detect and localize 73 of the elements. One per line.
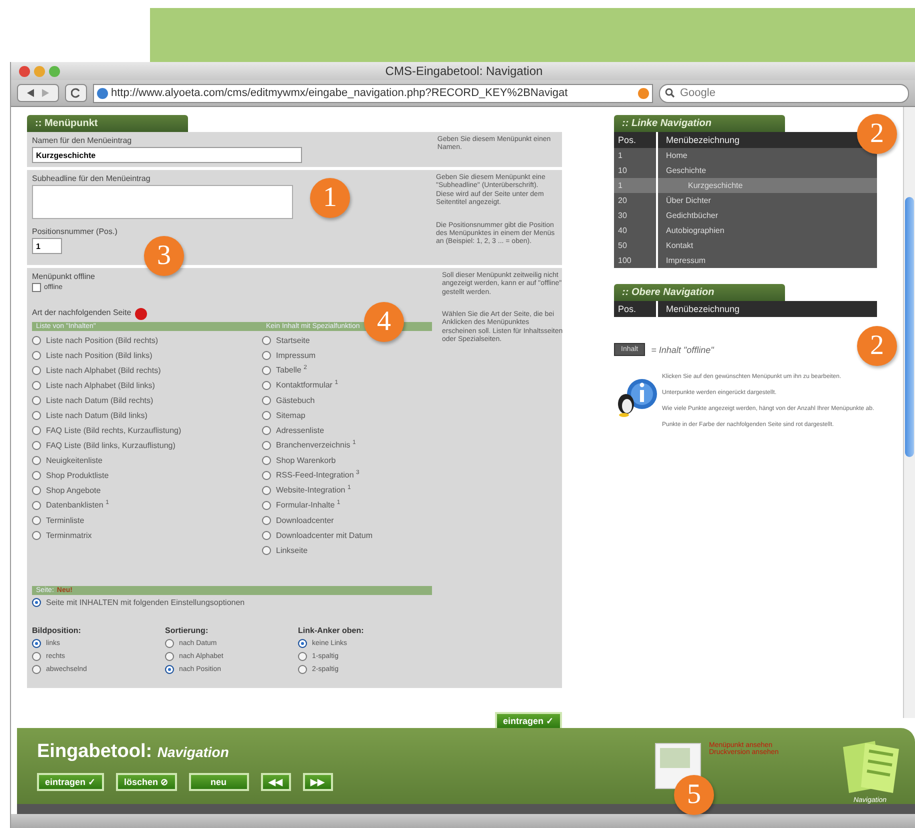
scrollbar[interactable] — [903, 107, 915, 718]
field-label: Menüpunkt offline — [32, 272, 96, 281]
radio-option[interactable]: Impressum — [262, 348, 432, 363]
radio-option[interactable]: Terminmatrix — [32, 528, 262, 543]
page-button[interactable]: ◀◀ — [260, 773, 291, 791]
radio-option[interactable]: Downloadcenter mit Datum — [262, 528, 432, 543]
radio-option[interactable]: Terminliste — [32, 512, 262, 528]
radio-option[interactable]: Neuigkeitenliste — [32, 452, 262, 468]
radio-option[interactable]: Sitemap — [262, 408, 432, 423]
radio-option[interactable]: FAQ Liste (Bild rechts, Kurzauflistung) — [32, 422, 262, 438]
window-control-icon[interactable] — [19, 66, 30, 76]
radio-option[interactable]: Formular-Inhalte $^{1}$ — [262, 498, 432, 513]
group-label: Bildposition: — [32, 626, 82, 635]
column-header: Pos. — [614, 132, 658, 148]
menu-row[interactable]: 40 Autobiographien — [614, 223, 877, 238]
field-label: Positionsnummer (Pos.) — [32, 227, 118, 236]
radio-option[interactable]: Liste nach Alphabet (Bild rechts) — [32, 362, 262, 378]
group-label: Sortierung: — [165, 626, 210, 635]
radio-option[interactable]: Liste nach Position (Bild links) — [32, 348, 262, 363]
menu-row[interactable]: 50 Kontakt — [614, 238, 877, 253]
back-forward-button[interactable] — [17, 84, 59, 102]
radio-option[interactable]: Liste nach Datum (Bild links) — [32, 408, 262, 423]
globe-icon — [97, 88, 108, 98]
footer-title: Eingabetool: Navigation — [37, 741, 230, 763]
radio-option[interactable]: Liste nach Alphabet (Bild links) — [32, 378, 262, 393]
menu-row[interactable]: 20 Über Dichter — [614, 193, 877, 208]
radio-option[interactable]: Shop Angebote — [32, 482, 262, 498]
subheadline-field[interactable] — [32, 185, 293, 219]
radio-option[interactable]: RSS-Feed-Integration $^{3}$ — [262, 468, 432, 483]
radio-option[interactable]: Gästebuch — [262, 392, 432, 408]
search-field[interactable]: Google — [659, 84, 909, 102]
search-icon — [665, 88, 675, 98]
radio-option[interactable]: Website-Integration $^{1}$ — [262, 482, 432, 498]
reload-icon — [71, 88, 81, 98]
radio-option[interactable]: Tabelle $^{2}$ — [262, 362, 432, 378]
column-header: Menübezeichnung — [665, 135, 741, 145]
window-control-icon[interactable] — [49, 66, 60, 76]
radio-option[interactable]: Shop Produktliste — [32, 468, 262, 483]
window-title: CMS-Eingabetool: Navigation — [384, 64, 544, 78]
radio-option[interactable]: Linkseite — [262, 542, 432, 558]
action-button[interactable]: neu — [188, 773, 249, 791]
column-header: Pos. — [614, 301, 658, 317]
radio-option[interactable]: Downloadcenter — [262, 512, 432, 528]
help-icon — [135, 308, 148, 320]
radio-option[interactable]: FAQ Liste (Bild links, Kurzauflistung) — [32, 438, 262, 453]
radio-option[interactable]: Seite mit INHALTEN mit folgenden Einstellungsoptionen — [32, 594, 432, 610]
column-header: Menübezeichnung — [665, 304, 741, 314]
submit-button[interactable]: eintragen ✓ — [494, 712, 562, 730]
radio-option[interactable]: Liste nach Datum (Bild rechts) — [32, 392, 262, 408]
menu-row[interactable]: 1 Kurzgeschichte — [614, 178, 877, 193]
menu-row[interactable]: 100 Impressum — [614, 253, 877, 268]
radio-option[interactable]: Adressenliste — [262, 422, 432, 438]
action-button[interactable]: eintragen ✓ — [37, 773, 104, 791]
radio-option[interactable]: Kontaktformular $^{1}$ — [262, 378, 432, 393]
radio-option[interactable]: Liste nach Position (Bild rechts) — [32, 332, 262, 348]
action-button[interactable]: löschen ⊘ — [116, 773, 177, 791]
field-label: Subheadline für den Menüeintrag — [32, 174, 152, 183]
radio-option[interactable]: Shop Warenkorb — [262, 452, 432, 468]
menu-row[interactable]: 30 Gedichtbücher — [614, 208, 877, 223]
window-control-icon[interactable] — [34, 66, 45, 76]
radio-option[interactable]: Branchenverzeichnis $^{1}$ — [262, 438, 432, 453]
reload-button[interactable] — [65, 84, 87, 102]
radio-option[interactable]: Datenbanklisten $^{1}$ — [32, 498, 262, 513]
legend-text: = Inhalt "offline" — [651, 344, 714, 354]
group-label: Link-Anker oben: — [298, 626, 365, 635]
arrows-icon — [26, 88, 50, 98]
address-field[interactable]: http://www.alyoeta.com/cms/editmywmx/eingabe_navigation.php?RECORD_KEY%2BNavigat — [93, 84, 653, 102]
feed-icon — [638, 88, 649, 98]
field-label: Namen für den Menüeintrag — [32, 136, 133, 145]
position-field[interactable]: 1 — [32, 238, 62, 254]
name-field[interactable]: Kurzgeschichte — [32, 147, 302, 163]
field-label: Art der nachfolgenden Seite — [32, 308, 132, 318]
page-button[interactable]: ▶▶ — [302, 773, 333, 791]
